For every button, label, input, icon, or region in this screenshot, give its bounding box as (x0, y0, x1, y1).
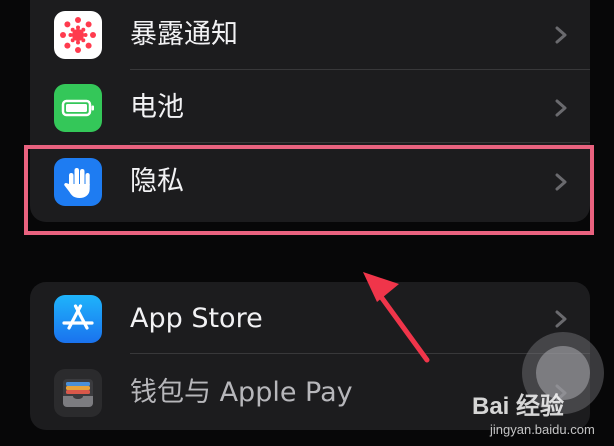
wallet-icon (54, 369, 102, 417)
settings-row-exposure-notification[interactable]: 暴露通知 (30, 0, 590, 70)
chevron-right-icon (555, 310, 567, 328)
watermark-url: jingyan.baidu.com (490, 422, 595, 437)
row-divider (130, 142, 590, 143)
settings-row-label: App Store (130, 303, 263, 334)
settings-row-battery[interactable]: 电池 (30, 73, 590, 143)
settings-row-app-store[interactable]: App Store (30, 284, 590, 354)
settings-row-label: 暴露通知 (130, 19, 238, 50)
exposure-notification-icon (54, 11, 102, 59)
settings-row-label: 钱包与 Apple Pay (130, 377, 353, 408)
baidu-jingyan-watermark: Bai 经验 jingyan.baidu.com (470, 382, 610, 442)
settings-screen: 暴露通知 电池 隐私 App Store 钱包与 Apple Pay Bai 经… (0, 0, 614, 446)
watermark-logo: Bai 经验 (472, 393, 565, 420)
settings-row-label: 电池 (130, 92, 184, 123)
row-divider (130, 69, 590, 70)
battery-icon (54, 84, 102, 132)
annotation-arrow-icon (363, 272, 430, 363)
chevron-right-icon (555, 26, 567, 44)
chevron-right-icon (555, 99, 567, 117)
app-store-icon (54, 295, 102, 343)
privacy-highlight-box (24, 145, 594, 235)
